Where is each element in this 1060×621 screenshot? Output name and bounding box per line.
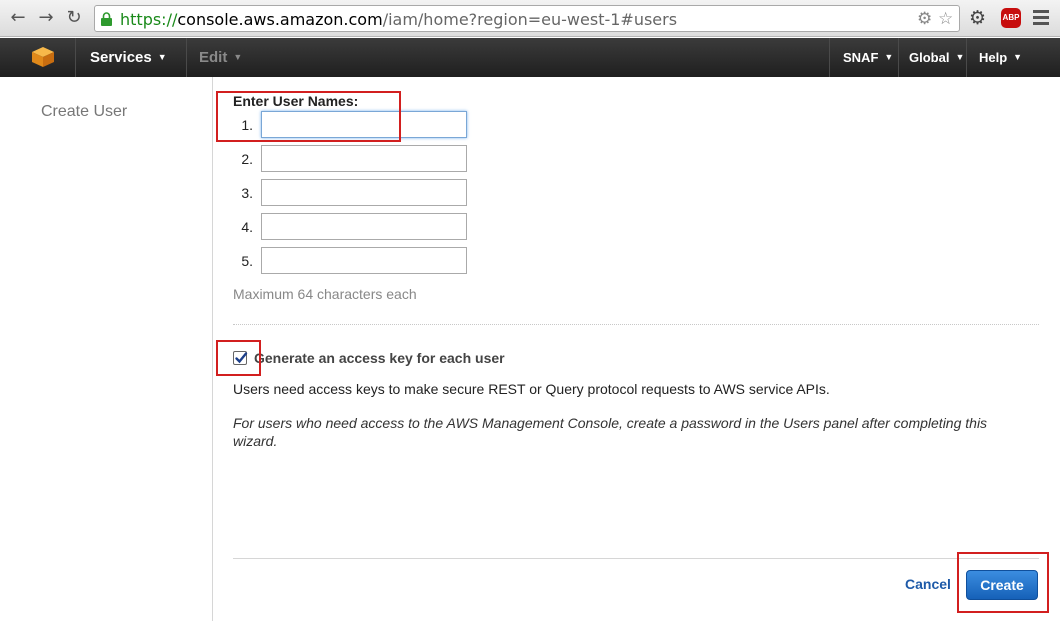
back-arrow-icon[interactable]: ← [8,8,28,28]
max-length-hint: Maximum 64 characters each [233,286,417,302]
aws-cube-logo-icon[interactable] [30,46,56,68]
sidebar: Create User [0,77,213,621]
lock-icon [101,12,112,26]
user-names-heading: Enter User Names: [233,93,359,109]
user-name-input-4[interactable] [261,213,467,240]
address-bar[interactable]: https://console.aws.amazon.com/iam/home?… [94,5,960,32]
account-label: SNAF [843,50,879,65]
header-separator [829,38,830,77]
account-menu[interactable]: SNAF ▼ [843,50,893,65]
header-separator [898,38,899,77]
services-label: Services [90,49,152,66]
help-menu[interactable]: Help ▼ [979,50,1022,65]
bookmark-star-icon[interactable]: ☆ [938,10,953,28]
region-label: Global [909,50,950,65]
browser-menu-icon[interactable] [1033,10,1049,28]
url-host: console.aws.amazon.com [177,10,383,29]
header-separator [186,38,187,77]
user-name-input-5[interactable] [261,247,467,274]
create-button[interactable]: Create [966,570,1038,600]
row-number: 5. [241,253,253,269]
access-key-label[interactable]: Generate an access key for each user [254,350,505,366]
reload-icon[interactable]: ↻ [64,8,84,28]
services-menu[interactable]: Services ▼ [90,49,167,66]
row-number: 1. [241,117,253,133]
url-scheme: https:// [120,10,178,29]
chevron-down-icon: ▼ [1013,52,1023,62]
cancel-link[interactable]: Cancel [905,576,951,592]
adblock-icon[interactable]: ABP [1001,8,1021,28]
console-password-note: For users who need access to the AWS Man… [233,415,988,449]
access-key-checkbox[interactable] [233,351,248,365]
edit-label: Edit [199,49,228,66]
url-path: /iam/home?region=eu-west-1#users [382,10,678,29]
divider [233,324,1039,325]
row-number: 2. [241,151,253,167]
chevron-down-icon: ▼ [884,52,894,62]
region-menu[interactable]: Global ▼ [909,50,964,65]
access-key-info: Users need access keys to make secure RE… [233,381,830,397]
footer-divider [233,558,1039,559]
chevron-down-icon: ▼ [157,52,167,62]
help-label: Help [979,50,1008,65]
settings-gear-icon[interactable]: ⚙ [917,10,932,28]
row-number: 3. [241,185,253,201]
row-number: 4. [241,219,253,235]
forward-arrow-icon[interactable]: → [36,8,56,28]
edit-menu[interactable]: Edit ▼ [199,49,242,66]
user-name-input-3[interactable] [261,179,467,206]
aws-console-header: Services ▼ Edit ▼ SNAF ▼ Global ▼ Help ▼ [0,38,1060,77]
url-text: https://console.aws.amazon.com/iam/home?… [120,10,677,29]
chevron-down-icon: ▼ [955,52,965,62]
header-separator [75,38,76,77]
user-name-input-1[interactable] [261,111,467,138]
extension-gear-icon[interactable]: ⚙ [969,8,986,28]
browser-toolbar: ← → ↻ https://console.aws.amazon.com/iam… [0,0,1060,37]
chevron-down-icon: ▼ [233,52,243,62]
page-title: Create User [41,103,128,120]
header-separator [966,38,967,77]
user-name-input-2[interactable] [261,145,467,172]
checkmark-icon [235,352,248,364]
